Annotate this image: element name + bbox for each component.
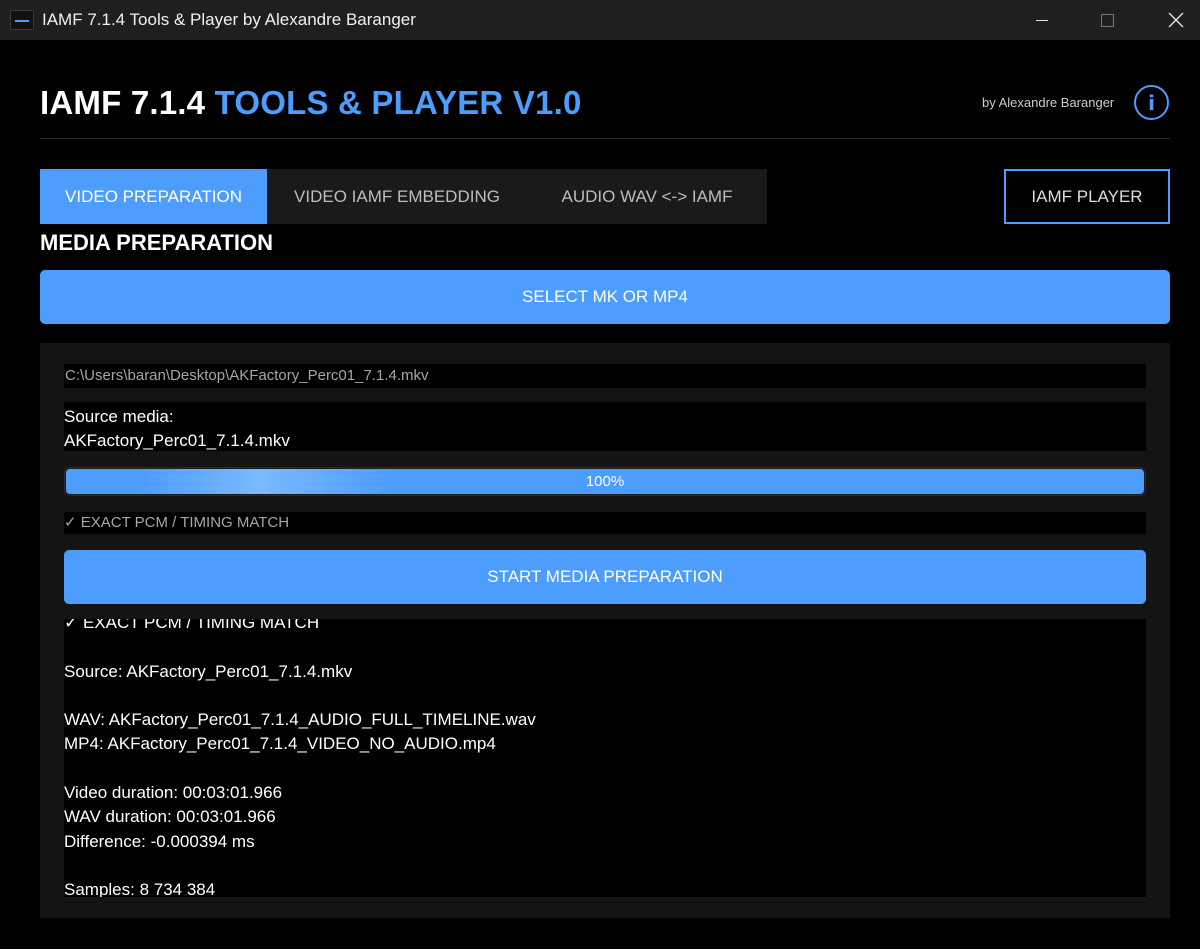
iamf-player-button[interactable]: IAMF PLAYER (1004, 169, 1170, 224)
close-icon (1168, 12, 1184, 28)
info-button[interactable]: i (1134, 85, 1169, 120)
minimize-button[interactable] (1012, 0, 1072, 40)
maximize-button[interactable] (1077, 0, 1137, 40)
title-part-main: IAMF 7.1.4 (40, 84, 215, 121)
log-line: ✓ EXACT PCM / TIMING MATCH (64, 619, 320, 632)
progress-bar: 100% (64, 467, 1146, 496)
select-media-button[interactable]: SELECT MK OR MP4 (40, 270, 1170, 324)
section-title: MEDIA PREPARATION (40, 230, 274, 255)
log-line: Video duration: 00:03:01.966 (64, 783, 283, 803)
author-byline: by Alexandre Baranger (982, 95, 1115, 110)
tab-video-iamf-embedding[interactable]: VIDEO IAMF EMBEDDING (267, 169, 527, 224)
log-line: MP4: AKFactory_Perc01_7.1.4_VIDEO_NO_AUD… (64, 734, 496, 754)
log-line: Source: AKFactory_Perc01_7.1.4.mkv (64, 661, 353, 681)
log-line: Difference: -0.000394 ms (64, 831, 255, 851)
log-output[interactable]: ✓ EXACT PCM / TIMING MATCH Source: AKFact… (64, 619, 1146, 897)
title-part-accent: TOOLS & PLAYER V1.0 (214, 84, 582, 121)
log-content: ✓ EXACT PCM / TIMING MATCH Source: AKFact… (64, 619, 1146, 897)
app-header-title: IAMF 7.1.4 TOOLS & PLAYER V1.0 (40, 84, 582, 122)
log-line: WAV: AKFactory_Perc01_7.1.4_AUDIO_FULL_T… (64, 710, 536, 730)
app-icon (10, 10, 34, 30)
close-button[interactable] (1146, 0, 1200, 40)
tab-audio-wav-iamf[interactable]: AUDIO WAV <-> IAMF (527, 169, 767, 224)
window-titlebar: IAMF 7.1.4 Tools & Player by Alexandre B… (0, 0, 1200, 40)
source-media-label: Source media: (64, 407, 174, 426)
header-divider (40, 138, 1170, 139)
tab-bar: VIDEO PREPARATION VIDEO IAMF EMBEDDING A… (40, 169, 767, 224)
progress-text: 100% (585, 473, 625, 490)
status-text: ✓ EXACT PCM / TIMING MATCH (64, 512, 1146, 534)
tab-video-preparation[interactable]: VIDEO PREPARATION (40, 169, 267, 224)
source-media-file: AKFactory_Perc01_7.1.4.mkv (64, 431, 290, 450)
source-media-box: Source media: AKFactory_Perc01_7.1.4.mkv (64, 402, 1146, 451)
media-preparation-panel: C:\Users\baran\Desktop\AKFactory_Perc01_… (40, 343, 1170, 918)
log-line: Samples: 8 734 384 (64, 880, 216, 897)
start-media-preparation-button[interactable]: START MEDIA PREPARATION (64, 550, 1146, 604)
file-path-field[interactable]: C:\Users\baran\Desktop\AKFactory_Perc01_… (64, 364, 1146, 388)
window-title: IAMF 7.1.4 Tools & Player by Alexandre B… (42, 10, 416, 29)
info-icon: i (1148, 90, 1155, 115)
log-line: WAV duration: 00:03:01.966 (64, 807, 276, 827)
